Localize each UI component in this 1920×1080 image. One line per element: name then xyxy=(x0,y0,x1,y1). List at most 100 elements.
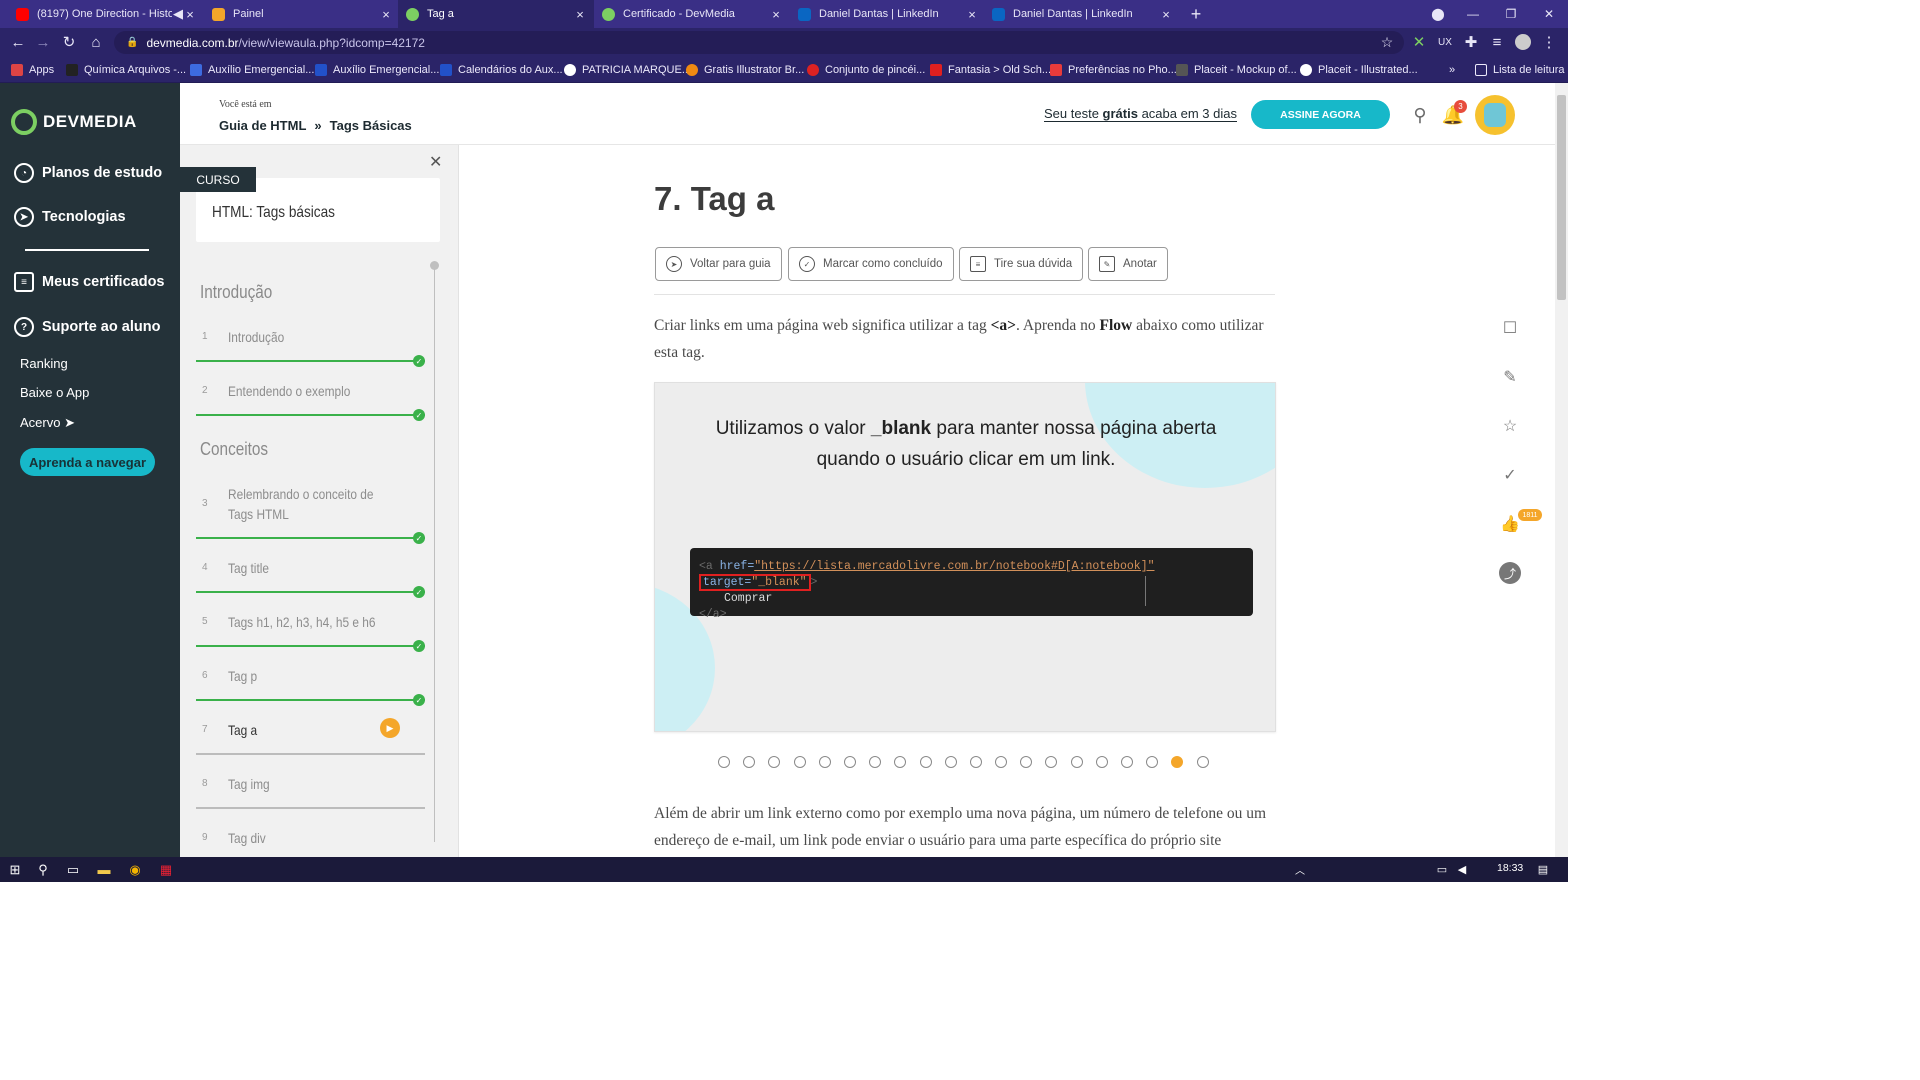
slide-dot[interactable] xyxy=(1121,756,1133,768)
slide-dot[interactable] xyxy=(995,756,1008,768)
slide-dot[interactable] xyxy=(718,756,730,768)
address-input[interactable]: 🔒 devmedia.com.br/view/viewaula.php?idco… xyxy=(114,31,1404,54)
slide-dot[interactable] xyxy=(1196,756,1209,768)
close-icon[interactable]: × xyxy=(574,7,586,22)
nav-item-acervo[interactable]: Acervo ➤ xyxy=(20,415,75,431)
minimize-button[interactable]: — xyxy=(1454,0,1492,28)
ask-question-button[interactable]: ≡ Tire sua dúvida xyxy=(959,247,1084,281)
slide-dot[interactable] xyxy=(1070,756,1083,768)
user-avatar[interactable] xyxy=(1475,95,1515,135)
comments-icon[interactable]: ☐ xyxy=(1499,317,1521,339)
back-to-guide-button[interactable]: ➤ Voltar para guia xyxy=(655,247,782,281)
speaker-icon[interactable]: ◀ xyxy=(172,6,184,22)
extension-icon[interactable]: UX xyxy=(1434,31,1456,53)
slide-dot[interactable] xyxy=(894,756,907,768)
slide-dot[interactable] xyxy=(1020,756,1033,768)
search-icon[interactable]: ⚲ xyxy=(1410,105,1430,125)
close-icon[interactable]: × xyxy=(966,7,978,22)
bookmark-item[interactable]: Conjunto de pincéi... xyxy=(807,62,925,78)
lesson-item[interactable]: 3 Relembrando o conceito de Tags HTML ✓ xyxy=(196,482,425,544)
app-icon[interactable]: ▦ xyxy=(156,860,176,879)
file-explorer-icon[interactable]: ▬ xyxy=(94,860,114,879)
lesson-item-current[interactable]: 7 Tag a ▶ xyxy=(196,718,425,758)
play-icon[interactable]: ▶ xyxy=(380,718,400,738)
slide-dot[interactable] xyxy=(944,756,957,768)
bookmark-item[interactable]: PATRICIA MARQUE... xyxy=(564,62,691,78)
slide-dot[interactable] xyxy=(818,756,831,768)
network-icon[interactable]: ▭ xyxy=(1432,860,1452,879)
new-tab-button[interactable]: + xyxy=(1177,0,1215,28)
bookmark-apps[interactable]: Apps xyxy=(11,62,54,78)
subscribe-button[interactable]: ASSINE AGORA xyxy=(1251,100,1390,129)
close-icon[interactable]: × xyxy=(770,7,782,22)
bookmark-item[interactable]: Química Arquivos -... xyxy=(66,62,186,78)
puzzle-icon[interactable]: ✚ xyxy=(1460,31,1482,53)
slide-dot[interactable] xyxy=(969,756,982,768)
slide-dot[interactable] xyxy=(743,756,756,768)
search-icon[interactable]: ⚲ xyxy=(33,860,53,879)
close-icon[interactable]: × xyxy=(380,7,392,22)
nav-item-tecnologias[interactable]: ➤ Tecnologias xyxy=(14,207,126,227)
nav-item-ranking[interactable]: Ranking xyxy=(20,356,68,371)
windows-start-icon[interactable]: ⊞ xyxy=(5,860,25,879)
panel-scrollbar[interactable] xyxy=(434,267,435,842)
slide-dot[interactable] xyxy=(768,756,781,768)
extension-icon[interactable]: ✕ xyxy=(1408,31,1430,53)
browser-tab-tag-a[interactable]: Tag a × xyxy=(398,0,594,28)
bookmark-item[interactable]: Calendários do Aux... xyxy=(440,62,563,78)
bookmark-item[interactable]: Fantasia > Old Sch... xyxy=(930,62,1051,78)
media-control-icon[interactable]: ≡ xyxy=(1486,31,1508,53)
nav-item-suporte[interactable]: ? Suporte ao aluno xyxy=(14,317,160,337)
tab-search-icon[interactable]: ⬤ xyxy=(1419,0,1457,28)
notifications-icon[interactable]: ▤ xyxy=(1533,860,1553,879)
mark-complete-button[interactable]: ✓ Marcar como concluído xyxy=(788,247,954,281)
flow-slide[interactable]: Utilizamos o valor _blank para manter no… xyxy=(654,382,1276,732)
volume-icon[interactable]: ◀ xyxy=(1452,860,1472,879)
bookmark-star-icon[interactable]: ☆ xyxy=(1376,31,1398,53)
slide-dot[interactable] xyxy=(869,756,882,768)
lesson-item[interactable]: 6 Tag p ✓ xyxy=(196,664,425,706)
nav-item-planos[interactable]: ◔ Planos de estudo xyxy=(14,163,162,183)
panel-scroll-handle[interactable] xyxy=(430,261,439,270)
lesson-item[interactable]: 8 Tag img xyxy=(196,772,425,812)
browser-tab-linkedin-2[interactable]: Daniel Dantas | LinkedIn × xyxy=(984,0,1180,28)
browser-tab-certificado[interactable]: Certificado - DevMedia × xyxy=(594,0,790,28)
star-icon[interactable]: ☆ xyxy=(1499,415,1521,437)
nav-item-app[interactable]: Baixe o App xyxy=(20,385,89,400)
slide-dot[interactable] xyxy=(843,756,856,768)
lesson-item[interactable]: 4 Tag title ✓ xyxy=(196,556,425,598)
learn-navigate-button[interactable]: Aprenda a navegar xyxy=(20,448,155,476)
page-scrollbar-thumb[interactable] xyxy=(1557,95,1566,300)
profile-avatar[interactable] xyxy=(1512,31,1534,53)
devmedia-logo[interactable]: DEVMEDIA xyxy=(11,109,137,135)
restore-button[interactable]: ❐ xyxy=(1492,0,1530,28)
bookmark-item[interactable]: Auxílio Emergencial... xyxy=(315,62,439,78)
bookmark-item[interactable]: Placeit - Mockup of... xyxy=(1176,62,1297,78)
check-circle-icon[interactable]: ✓ xyxy=(1499,464,1521,486)
slide-dot[interactable] xyxy=(1146,756,1159,768)
menu-icon[interactable]: ⋮ xyxy=(1538,31,1560,53)
tray-arrow-icon[interactable]: ︿ xyxy=(1290,860,1310,879)
breadcrumb-current[interactable]: Tags Básicas xyxy=(330,118,412,133)
reload-icon[interactable]: ↻ xyxy=(58,31,80,53)
slide-dot[interactable] xyxy=(1045,756,1058,768)
back-icon[interactable]: ← xyxy=(7,31,29,53)
forward-icon[interactable]: → xyxy=(32,31,54,53)
share-icon[interactable]: ⤴ xyxy=(1499,562,1521,584)
slide-dot[interactable] xyxy=(1095,756,1108,768)
breadcrumb-guide[interactable]: Guia de HTML xyxy=(219,118,306,133)
close-icon[interactable]: × xyxy=(184,7,196,22)
bookmark-item[interactable]: Placeit - Illustrated... xyxy=(1300,62,1418,78)
lesson-item[interactable]: 9 Tag div xyxy=(196,826,425,857)
home-icon[interactable]: ⌂ xyxy=(85,31,107,53)
more-bookmarks-button[interactable]: » xyxy=(1449,62,1455,78)
slide-dot[interactable] xyxy=(1171,756,1184,768)
trial-notice[interactable]: Seu teste grátis acaba em 3 dias xyxy=(1044,106,1237,122)
nav-item-certificados[interactable]: ≡ Meus certificados xyxy=(14,272,165,292)
task-view-icon[interactable]: ▭ xyxy=(63,860,83,879)
browser-tab-painel[interactable]: Painel × xyxy=(204,0,400,28)
browser-tab-youtube[interactable]: (8197) One Direction - History ◀ × xyxy=(8,0,204,28)
lesson-item[interactable]: 5 Tags h1, h2, h3, h4, h5 e h6 ✓ xyxy=(196,610,425,652)
slide-dot[interactable] xyxy=(919,756,932,768)
bookmark-item[interactable]: Preferências no Pho... xyxy=(1050,62,1177,78)
